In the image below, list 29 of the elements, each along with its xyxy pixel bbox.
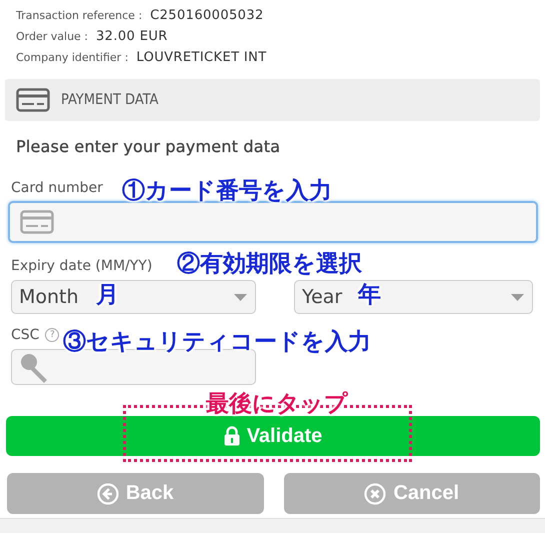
detail-label: Order value : bbox=[16, 30, 88, 43]
detail-value: 32.00 EUR bbox=[96, 29, 168, 44]
cancel-icon bbox=[364, 482, 386, 504]
detail-value: C250160005032 bbox=[150, 8, 264, 23]
key-icon bbox=[20, 353, 50, 383]
tap-annotation: 最後にタップ bbox=[206, 389, 348, 418]
detail-value: LOUVRETICKET INT bbox=[136, 50, 267, 65]
back-button[interactable]: Back bbox=[7, 473, 264, 514]
dropdown-arrow-icon bbox=[511, 294, 524, 300]
card-number-field[interactable] bbox=[8, 201, 538, 243]
detail-label: Company identifier : bbox=[16, 51, 128, 64]
instruction-text: Please enter your payment data bbox=[16, 137, 282, 156]
detail-label: Transaction reference : bbox=[16, 9, 142, 22]
csc-label: CSC bbox=[11, 327, 40, 343]
card-icon bbox=[20, 210, 54, 234]
validate-button[interactable]: Validate bbox=[6, 416, 540, 456]
callout-annotation: ①カード番号を入力 bbox=[122, 176, 332, 205]
expiry-label: Expiry date (MM/YY) bbox=[11, 258, 152, 274]
section-title: PAYMENT DATA bbox=[61, 92, 158, 108]
callout-annotation: ②有効期限を選択 bbox=[177, 249, 362, 278]
callout-annotation: 月 bbox=[96, 280, 119, 309]
callout-annotation: 年 bbox=[358, 280, 381, 309]
cancel-button[interactable]: Cancel bbox=[284, 473, 540, 514]
lock-icon bbox=[224, 426, 240, 446]
callout-annotation: ③セキュリティコードを入力 bbox=[63, 327, 371, 356]
help-icon[interactable]: ? bbox=[45, 328, 60, 342]
card-number-label: Card number bbox=[11, 180, 103, 196]
card-icon bbox=[16, 88, 50, 112]
dropdown-arrow-icon bbox=[234, 294, 247, 300]
